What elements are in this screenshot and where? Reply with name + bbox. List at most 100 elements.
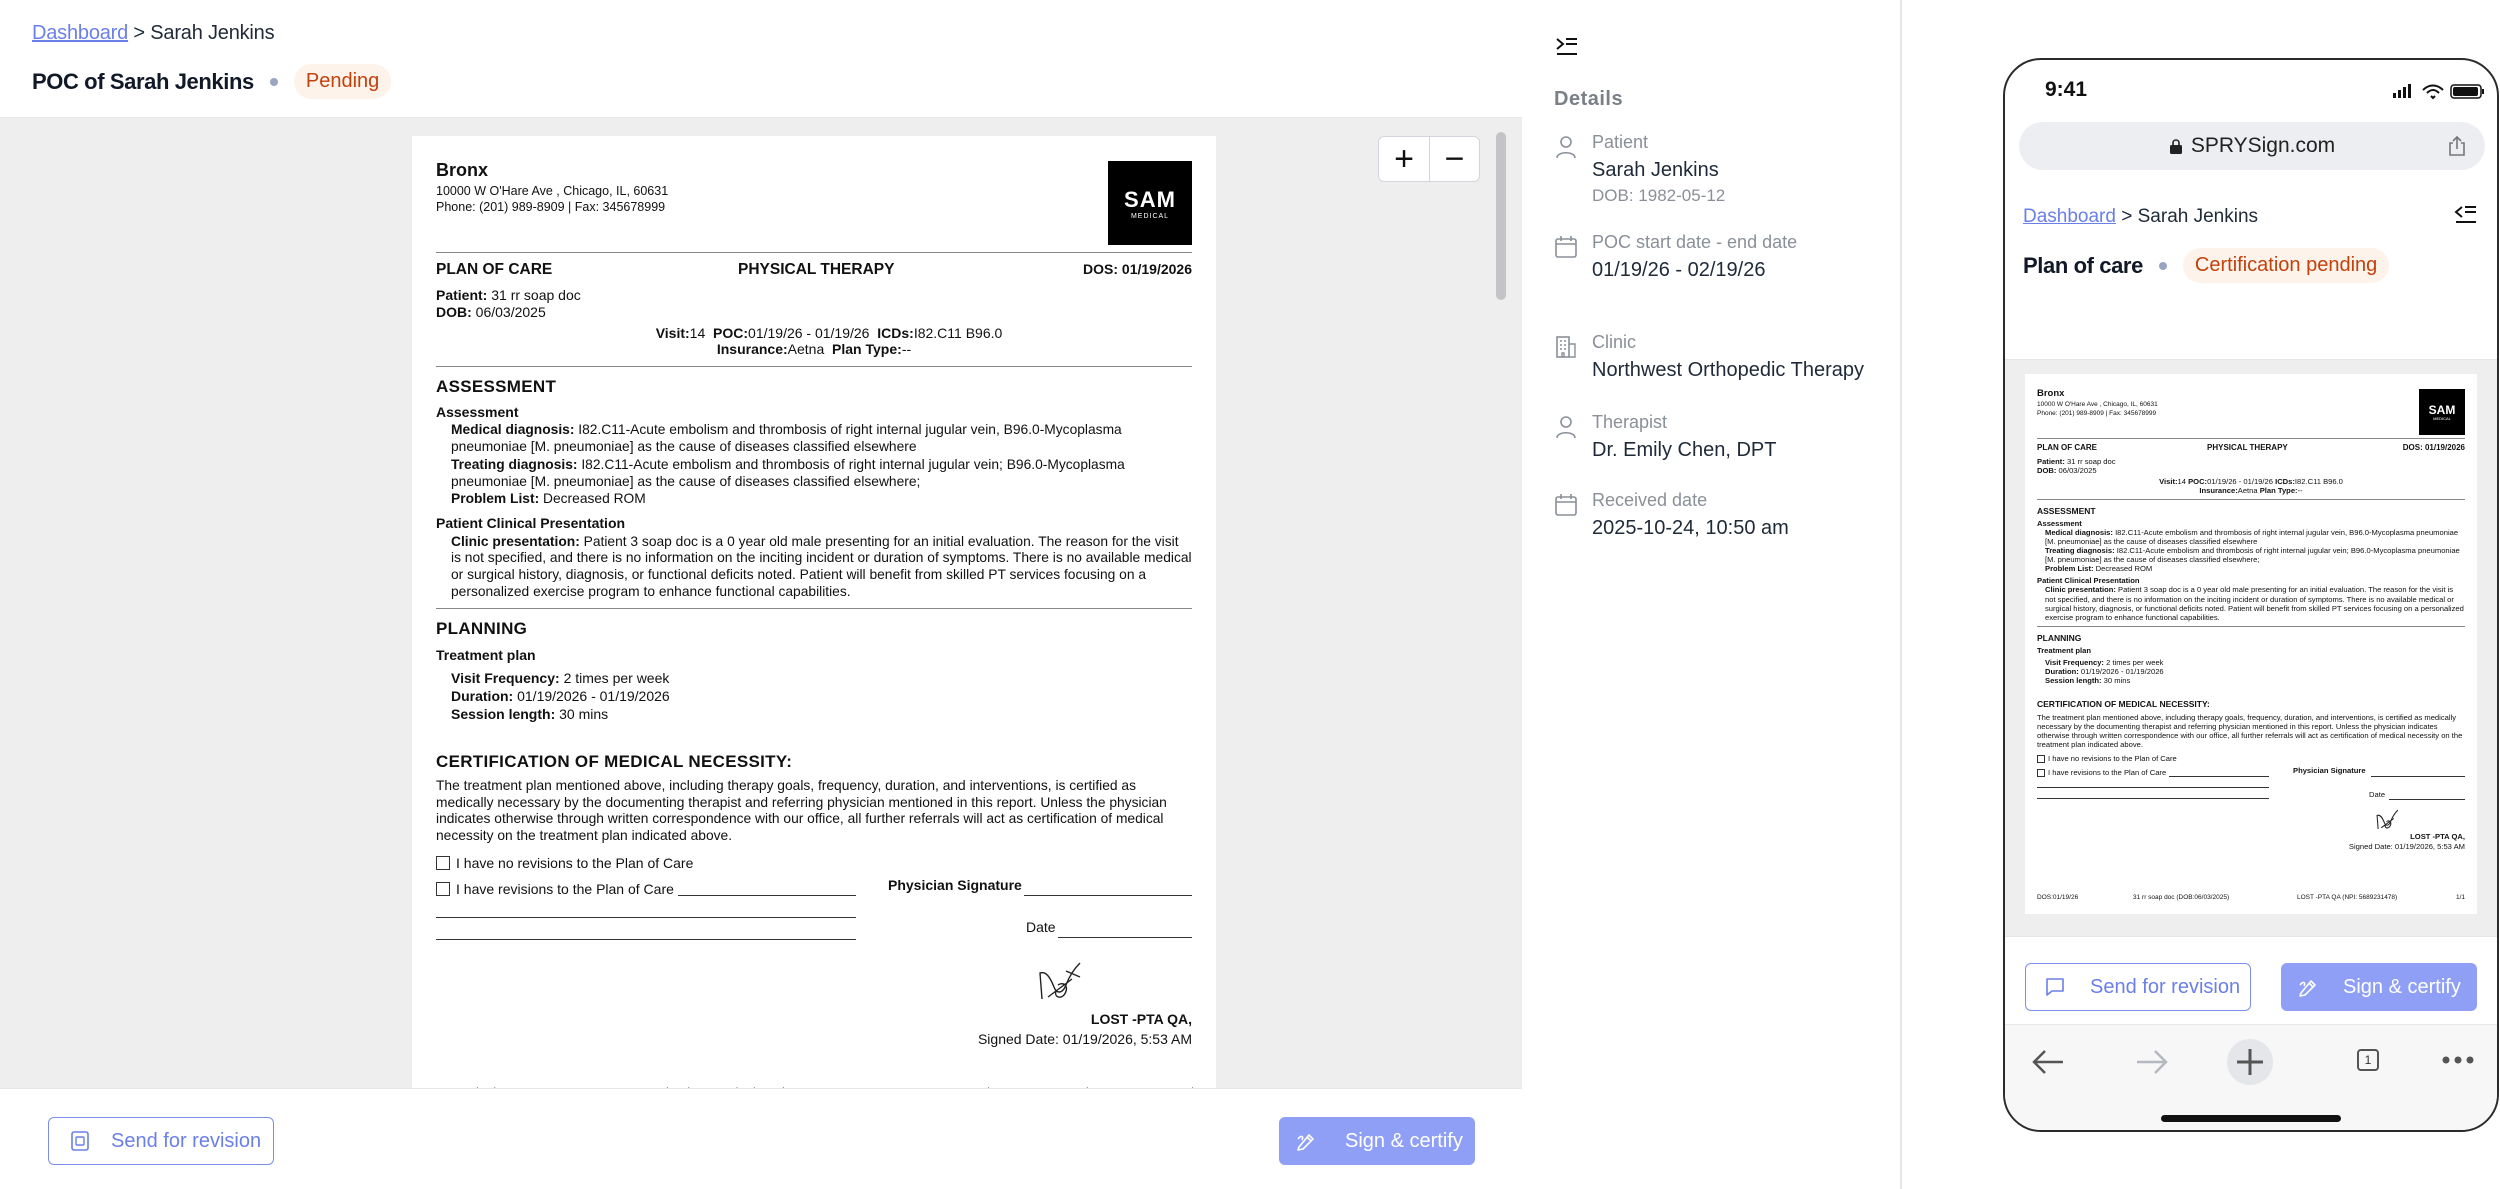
document-scrollbar[interactable] bbox=[1496, 132, 1506, 300]
therapist-label: Therapist bbox=[1592, 412, 1668, 432]
mobile-revisions-line[interactable] bbox=[2169, 776, 2269, 778]
poc-dates-label: POC start date - end date bbox=[1592, 232, 1798, 252]
mobile-page-title: Plan of care bbox=[2023, 252, 2143, 278]
plus-icon bbox=[2237, 1049, 2263, 1075]
send-for-revision-button[interactable]: Send for revision bbox=[48, 1117, 274, 1165]
mobile-plan-type-value: -- bbox=[2297, 486, 2303, 496]
browser-address-bar[interactable]: SPRYSign.com bbox=[2019, 122, 2485, 170]
divider bbox=[2037, 625, 2465, 627]
date-line[interactable] bbox=[1058, 936, 1192, 938]
therapist-value: Dr. Emily Chen, DPT bbox=[1592, 439, 1777, 461]
mobile-send-for-revision-button[interactable]: Send for revision bbox=[2025, 963, 2251, 1011]
patient-dob: DOB: 1982-05-12 bbox=[1592, 186, 1726, 205]
icds-value: I82.C11 B96.0 bbox=[913, 324, 1003, 341]
poc-value: 01/19/26 - 01/19/26 bbox=[748, 324, 870, 341]
divider bbox=[436, 366, 1192, 368]
mobile-handwritten-signature bbox=[2376, 809, 2399, 829]
mobile-patient-label: Patient: bbox=[2037, 457, 2065, 466]
handwritten-signature bbox=[1039, 962, 1081, 999]
tab-count-button[interactable]: 1 bbox=[2357, 1049, 2379, 1071]
mobile-document-viewer[interactable]: Bronx 10000 W O'Hare Ave , Chicago, IL, … bbox=[2005, 360, 2497, 986]
page-header: Dashboard > Sarah Jenkins POC of Sarah J… bbox=[0, 0, 1522, 118]
divider bbox=[436, 252, 1192, 253]
mobile-footer-dos: DOS:01/19/26 bbox=[2037, 894, 2079, 901]
mobile-signer: LOST -PTA QA, bbox=[2410, 832, 2465, 842]
physician-signature-line[interactable] bbox=[1024, 894, 1192, 896]
insurance-value: Aetna bbox=[787, 341, 825, 358]
has-revisions-checkbox[interactable] bbox=[436, 881, 450, 896]
mobile-sign-certify-button[interactable]: Sign & certify bbox=[2281, 963, 2477, 1011]
document-page: Bronx 10000 W O'Hare Ave , Chicago, IL, … bbox=[412, 136, 1216, 1088]
revisions-line[interactable] bbox=[436, 916, 856, 918]
page-title: POC of Sarah Jenkins bbox=[32, 68, 254, 94]
divider bbox=[2037, 499, 2465, 501]
clinical-presentation-label: Clinic presentation: bbox=[451, 533, 580, 549]
problem-list-label: Problem List: bbox=[451, 490, 540, 506]
revisions-line[interactable] bbox=[678, 894, 856, 896]
mobile-duration-label: Duration: bbox=[2045, 667, 2079, 677]
discipline: PHYSICAL THERAPY bbox=[738, 261, 895, 278]
mobile-clinic-address: 10000 W O'Hare Ave , Chicago, IL, 60631 bbox=[2037, 401, 2158, 408]
mobile-panel-toggle-icon[interactable] bbox=[2453, 202, 2479, 228]
mobile-revisions-line[interactable] bbox=[2037, 798, 2269, 800]
collapse-panel-icon[interactable] bbox=[1554, 34, 1580, 60]
mobile-sam-logo: SAM MEDICAL bbox=[2419, 389, 2465, 435]
logo-subtext: MEDICAL bbox=[1130, 213, 1170, 221]
document-viewer[interactable]: Bronx 10000 W O'Hare Ave , Chicago, IL, … bbox=[0, 118, 1522, 1088]
dob-label: DOB: bbox=[436, 303, 472, 320]
breadcrumb-dashboard-link[interactable]: Dashboard bbox=[32, 22, 128, 44]
mobile-breadcrumb-dashboard-link[interactable]: Dashboard bbox=[2023, 206, 2116, 227]
mobile-has-revisions-checkbox[interactable] bbox=[2037, 769, 2045, 778]
calendar-icon bbox=[1555, 236, 1577, 258]
calendar-icon bbox=[1555, 494, 1577, 516]
mobile-assessment-heading: ASSESSMENT bbox=[2037, 506, 2096, 517]
zoom-out-button[interactable]: − bbox=[1429, 137, 1479, 181]
person-icon bbox=[1556, 136, 1576, 159]
mobile-poc-value: 01/19/26 - 01/19/26 bbox=[2207, 477, 2273, 487]
breadcrumb-current: Sarah Jenkins bbox=[150, 22, 275, 44]
mobile-footer-patient: 31 rr soap doc (DOB:06/03/2025) bbox=[2133, 894, 2230, 901]
mobile-date-line[interactable] bbox=[2389, 799, 2465, 801]
detail-poc-dates: POC start date - end date 01/19/26 - 02/… bbox=[1552, 232, 1797, 282]
share-icon[interactable] bbox=[2447, 135, 2467, 157]
problem-list-value: Decreased ROM bbox=[543, 490, 646, 506]
mobile-header: Dashboard > Sarah Jenkins Plan of care C… bbox=[2005, 184, 2497, 360]
breadcrumb: Dashboard > Sarah Jenkins bbox=[32, 22, 275, 45]
mobile-insurance-label: Insurance: bbox=[2199, 486, 2238, 496]
mobile-dob-label: DOB: bbox=[2037, 466, 2057, 476]
mobile-patient-value: 31 rr soap doc bbox=[2066, 457, 2116, 466]
duration-label: Duration: bbox=[451, 688, 514, 705]
mobile-physician-line[interactable] bbox=[2371, 776, 2465, 778]
no-revisions-label: I have no revisions to the Plan of Care bbox=[456, 854, 694, 871]
treating-diagnosis-label: Treating diagnosis: bbox=[451, 457, 578, 473]
divider bbox=[2037, 438, 2465, 439]
visit-frequency-value: 2 times per week bbox=[563, 670, 670, 687]
mobile-visit-value: 14 bbox=[2177, 477, 2186, 487]
mobile-clinical-heading: Patient Clinical Presentation bbox=[2037, 576, 2140, 586]
home-indicator bbox=[2161, 1115, 2341, 1122]
mobile-send-for-revision-label: Send for revision bbox=[2090, 975, 2241, 998]
mobile-dos: DOS: 01/19/2026 bbox=[2402, 443, 2465, 452]
assessment-heading: ASSESSMENT bbox=[436, 377, 557, 397]
forward-arrow-icon[interactable] bbox=[2135, 1047, 2169, 1077]
poc-label: POC: bbox=[713, 324, 749, 341]
plan-title: PLAN OF CARE bbox=[436, 261, 553, 278]
insurance-label: Insurance: bbox=[716, 341, 788, 358]
physician-signature-label: Physician Signature bbox=[888, 876, 1022, 893]
mobile-revisions-line[interactable] bbox=[2037, 787, 2269, 789]
assessment-subheading: Assessment bbox=[436, 403, 519, 420]
mobile-document-page: Bronx 10000 W O'Hare Ave , Chicago, IL, … bbox=[2025, 374, 2477, 914]
sign-certify-button[interactable]: Sign & certify bbox=[1279, 1117, 1475, 1165]
more-options-icon[interactable] bbox=[2441, 1055, 2475, 1065]
new-tab-button[interactable] bbox=[2227, 1039, 2273, 1085]
mobile-freq-label: Visit Frequency: bbox=[2045, 658, 2104, 668]
clinic-name: Bronx bbox=[436, 160, 489, 180]
revisions-line[interactable] bbox=[436, 938, 856, 940]
mobile-no-revisions-checkbox[interactable] bbox=[2037, 755, 2045, 764]
certification-text: The treatment plan mentioned above, incl… bbox=[436, 778, 1167, 844]
no-revisions-checkbox[interactable] bbox=[436, 855, 450, 870]
zoom-in-button[interactable]: + bbox=[1379, 137, 1429, 181]
back-arrow-icon[interactable] bbox=[2031, 1047, 2065, 1077]
mobile-action-bar: Send for revision Sign & certify bbox=[2005, 936, 2497, 1024]
patient-label: Patient: bbox=[436, 287, 488, 303]
